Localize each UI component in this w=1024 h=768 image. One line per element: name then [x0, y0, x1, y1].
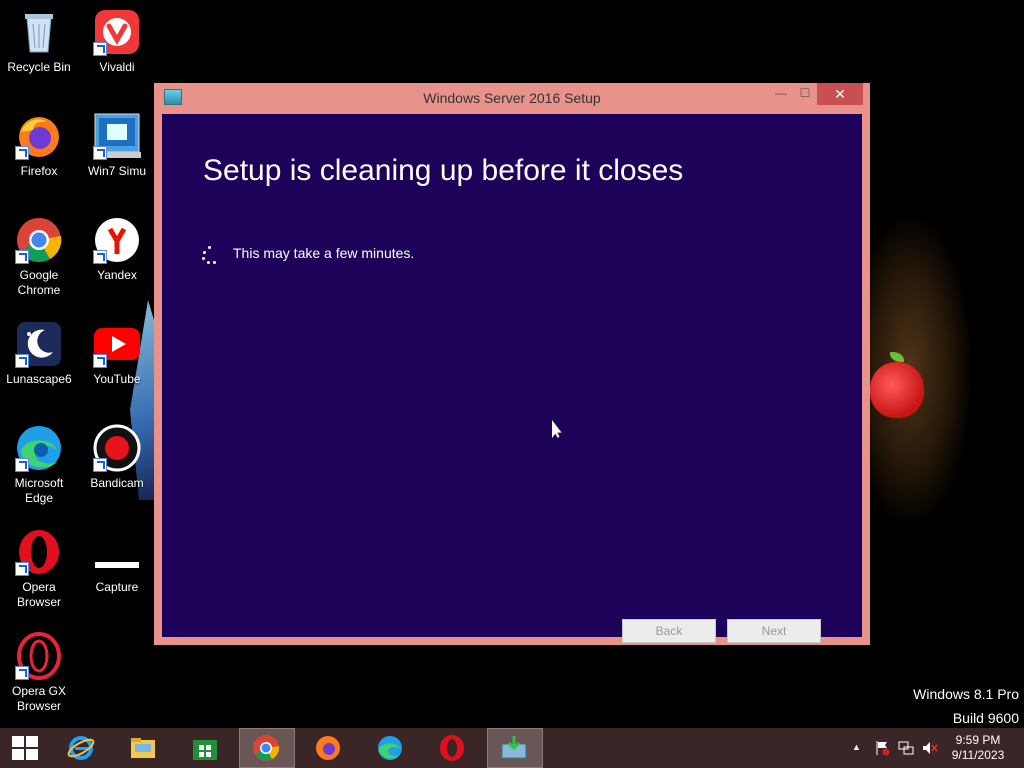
network-icon[interactable]	[898, 740, 914, 756]
firefox-icon	[15, 112, 63, 160]
youtube-icon	[93, 320, 141, 368]
chrome-icon	[253, 735, 280, 761]
desktop-icon-label: Firefox	[20, 164, 58, 178]
desktop-icon-microsoft-edge[interactable]: Microsoft Edge	[0, 424, 78, 506]
shortcut-arrow-icon	[15, 666, 29, 680]
taskbar-opera[interactable]	[425, 728, 479, 768]
taskbar-clock[interactable]: 9:59 PM 9/11/2023	[944, 733, 1012, 763]
desktop-icon-label: Opera Browser	[16, 580, 61, 609]
show-hidden-icons-button[interactable]: ▲	[852, 742, 861, 752]
desktop-icon-label: Recycle Bin	[7, 60, 71, 74]
taskbar-edge[interactable]	[363, 728, 417, 768]
shortcut-arrow-icon	[15, 458, 29, 472]
shortcut-arrow-icon	[15, 146, 29, 160]
desktop-icon-label: YouTube	[93, 372, 141, 386]
edge-icon	[15, 424, 63, 472]
bandicam-icon	[93, 424, 141, 472]
desktop-icon-yandex[interactable]: Yandex	[78, 216, 156, 283]
desktop-icon-opera-gx-browser[interactable]: Opera GX Browser	[0, 632, 78, 714]
store-icon	[193, 740, 217, 760]
yandex-icon	[93, 216, 141, 264]
taskbar: ▲ 9:59 PM 9/11/2023	[0, 728, 1024, 768]
chrome-icon	[15, 216, 63, 264]
desktop-icon-label: Opera GX Browser	[11, 684, 67, 713]
os-build-watermark: Build 9600	[952, 710, 1019, 726]
desktop-icon-label: Microsoft Edge	[14, 476, 64, 505]
opera-icon	[15, 528, 63, 576]
desktop-icon-vivaldi[interactable]: Vivaldi	[78, 8, 156, 75]
lunascape-icon	[15, 320, 63, 368]
taskbar-setup[interactable]	[487, 728, 543, 768]
opera-icon	[440, 735, 464, 761]
wallpaper-apple	[870, 362, 924, 418]
window-title: Windows Server 2016 Setup	[423, 90, 601, 106]
desktop-icon-lunascape6[interactable]: Lunascape6	[0, 320, 78, 387]
os-edition-watermark: Windows 8.1 Pro	[913, 686, 1019, 702]
desktop-icon-label: Vivaldi	[99, 60, 135, 74]
taskbar-store[interactable]	[178, 728, 232, 768]
loading-spinner-icon	[202, 246, 218, 264]
desktop-icon-bandicam[interactable]: Bandicam	[78, 424, 156, 491]
shortcut-arrow-icon	[15, 354, 29, 368]
shortcut-arrow-icon	[93, 42, 107, 56]
vivaldi-icon	[93, 8, 141, 56]
desktop-icon-label: Capture	[95, 580, 139, 594]
desktop-icon-google-chrome[interactable]: Google Chrome	[0, 216, 78, 298]
desktop-icon-win7-simu[interactable]: Win7 Simu	[78, 112, 156, 179]
window-titlebar[interactable]: Windows Server 2016 Setup — ☐ ✕	[154, 83, 870, 113]
setup-heading: Setup is cleaning up before it closes	[203, 154, 684, 187]
desktop-icon-label: Lunascape6	[6, 372, 72, 386]
capture-file-icon	[93, 528, 141, 576]
taskbar-file-explorer[interactable]	[116, 728, 170, 768]
clock-time: 9:59 PM	[955, 733, 1001, 747]
desktop-icon-youtube[interactable]: YouTube	[78, 320, 156, 387]
clock-date: 9/11/2023	[951, 748, 1005, 762]
desktop-icon-capture[interactable]: Capture	[78, 528, 156, 595]
start-button[interactable]	[0, 728, 50, 768]
back-button[interactable]: Back	[622, 619, 716, 643]
firefox-icon	[316, 736, 340, 760]
next-button[interactable]: Next	[727, 619, 821, 643]
setup-app-icon	[501, 736, 527, 759]
folder-icon	[131, 738, 155, 758]
shortcut-arrow-icon	[93, 458, 107, 472]
shortcut-arrow-icon	[93, 146, 107, 160]
taskbar-firefox[interactable]	[301, 728, 355, 768]
desktop-icon-firefox[interactable]: Firefox	[0, 112, 78, 179]
desktop-icon-label: Bandicam	[90, 476, 144, 490]
volume-muted-icon[interactable]	[922, 740, 938, 756]
close-button[interactable]: ✕	[817, 83, 863, 105]
internet-explorer-icon	[67, 736, 95, 760]
edge-icon	[378, 736, 402, 760]
recycle-bin-icon	[15, 8, 63, 56]
desktop-icon-label: Google Chrome	[17, 268, 61, 297]
shortcut-arrow-icon	[93, 250, 107, 264]
setup-window[interactable]: Windows Server 2016 Setup — ☐ ✕ Setup is…	[154, 83, 870, 645]
action-center-flag-icon[interactable]	[874, 740, 890, 756]
desktop-icon-label: Yandex	[97, 268, 137, 282]
desktop-icon-opera-browser[interactable]: Opera Browser	[0, 528, 78, 610]
shortcut-arrow-icon	[15, 250, 29, 264]
setup-message: This may take a few minutes.	[233, 245, 415, 261]
desktop-icon-recycle-bin[interactable]: Recycle Bin	[0, 8, 78, 75]
shortcut-arrow-icon	[93, 354, 107, 368]
setup-content-pane: Setup is cleaning up before it closes Th…	[162, 114, 862, 643]
windows-logo-icon	[12, 736, 38, 760]
opera-gx-icon	[15, 632, 63, 680]
taskbar-internet-explorer[interactable]	[54, 728, 108, 768]
shortcut-arrow-icon	[15, 562, 29, 576]
desktop-icon-label: Win7 Simu	[87, 164, 146, 178]
win7-simulator-icon	[93, 112, 141, 160]
taskbar-chrome[interactable]	[239, 728, 295, 768]
